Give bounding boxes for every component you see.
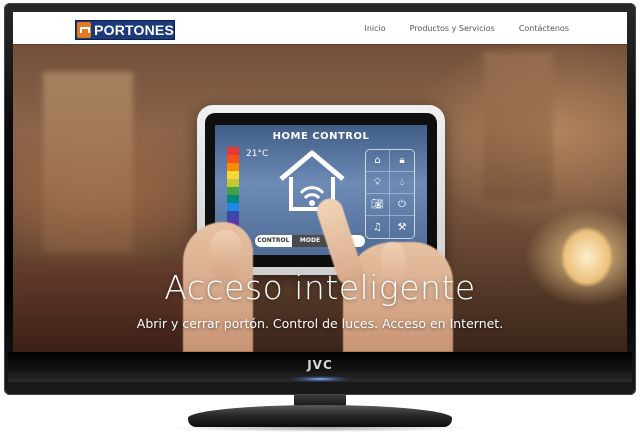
lock-icon[interactable]: 🔒︎ [390, 150, 414, 172]
power-icon[interactable]: ⏻ [390, 194, 414, 216]
background-window [43, 72, 133, 252]
temperature-scale-segment [227, 211, 239, 219]
tv-power-light [290, 376, 350, 382]
bulb-icon[interactable]: 💡︎ [366, 172, 390, 194]
background-door [483, 52, 553, 202]
temperature-scale-segment [227, 179, 239, 187]
water-drop-icon[interactable]: 💧︎ [390, 172, 414, 194]
nav-links: Inicio Productos y Servicios Contáctenos [364, 12, 569, 44]
tablet-title: HOME CONTROL [272, 131, 370, 142]
logo-text: PORTONES [94, 22, 174, 38]
control-icon-grid: ⌂ 🔒︎ 💡︎ 💧︎ 📷︎ ⏻ ♫ ⚒ [365, 149, 415, 239]
music-icon[interactable]: ♫ [366, 216, 390, 238]
temperature-scale-segment [227, 187, 239, 195]
temperature-scale-segment [227, 195, 239, 203]
site-logo[interactable]: PORTONES [75, 20, 175, 40]
mode-button-mode[interactable]: MODE [291, 235, 329, 247]
temperature-scale-segment [227, 155, 239, 163]
temperature-scale-segment [227, 163, 239, 171]
temperature-scale-segment [227, 203, 239, 211]
tv-stand-shadow [170, 424, 470, 432]
nav-link-contactenos[interactable]: Contáctenos [519, 24, 569, 33]
camera-icon[interactable]: 📷︎ [366, 194, 390, 216]
nav-link-inicio[interactable]: Inicio [364, 24, 385, 33]
temperature-scale [227, 147, 239, 227]
temperature-readout: 21°C [246, 149, 269, 159]
hero-subtitle: Abrir y cerrar portón. Control de luces.… [136, 316, 504, 331]
hero-title: Acceso inteligente [164, 268, 476, 307]
nav-link-productos[interactable]: Productos y Servicios [410, 24, 495, 33]
mode-button-control[interactable]: CONTROL [255, 235, 292, 247]
tools-icon[interactable]: ⚒ [390, 216, 414, 238]
temperature-scale-segment [227, 171, 239, 179]
tv-brand-logo: JVC [307, 358, 333, 372]
site-navbar: PORTONES Inicio Productos y Servicios Co… [13, 12, 627, 44]
gate-logo-icon [77, 22, 92, 38]
home-icon[interactable]: ⌂ [366, 150, 390, 172]
tv-screen: PORTONES Inicio Productos y Servicios Co… [13, 12, 627, 352]
temperature-scale-segment [227, 147, 239, 155]
